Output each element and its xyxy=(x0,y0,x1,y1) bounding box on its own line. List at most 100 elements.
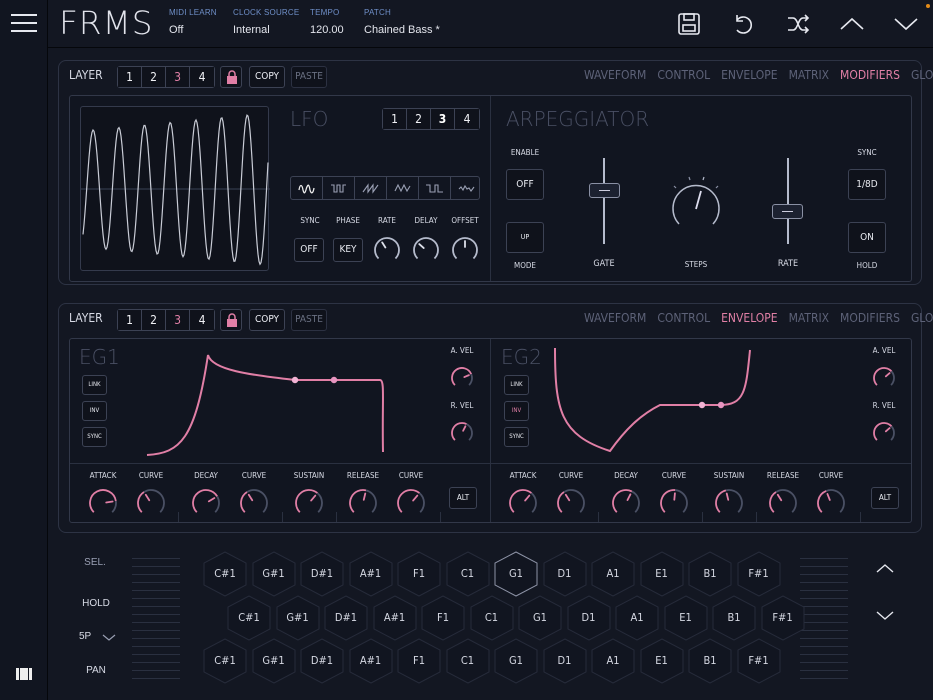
eg-curve-knob[interactable] xyxy=(556,488,586,518)
eg1-r-vel-knob[interactable] xyxy=(450,421,474,445)
patch-field[interactable]: PATCH Chained Bass * xyxy=(364,8,440,36)
key-gsharp1[interactable]: G#1 xyxy=(276,595,320,641)
lfo-delay-knob[interactable] xyxy=(412,236,440,264)
eg1-alt-button[interactable]: ALT xyxy=(449,487,477,509)
eg2-sustain-point-1[interactable] xyxy=(698,401,706,409)
layer1-btn-4[interactable]: 4 xyxy=(190,67,214,87)
eg2-sustain-point-2[interactable] xyxy=(717,401,725,409)
key-e1[interactable]: E1 xyxy=(640,638,684,684)
layer2-copy-button[interactable]: COPY xyxy=(249,309,285,331)
eg-release-knob[interactable] xyxy=(768,488,798,518)
chevron-up-icon[interactable] xyxy=(838,10,866,38)
chevron-down-icon[interactable] xyxy=(892,10,920,38)
tab-matrix[interactable]: MATRIX xyxy=(789,311,829,325)
key-e1[interactable]: E1 xyxy=(640,551,684,597)
lfo-offset-knob[interactable] xyxy=(451,236,479,264)
eg1-a-vel-knob[interactable] xyxy=(450,366,474,390)
save-icon[interactable] xyxy=(675,10,703,38)
tab-control[interactable]: CONTROL xyxy=(657,68,710,82)
eg2-alt-button[interactable]: ALT xyxy=(871,487,899,509)
key-fsharp1[interactable]: F#1 xyxy=(737,551,781,597)
eg1-link-button[interactable]: LINK xyxy=(82,375,107,395)
eg-sustain-knob[interactable] xyxy=(714,488,744,518)
eg2-r-vel-knob[interactable] xyxy=(872,421,896,445)
right-touch-strip[interactable] xyxy=(800,558,848,686)
key-e1[interactable]: E1 xyxy=(664,595,708,641)
eg-attack-knob[interactable] xyxy=(508,488,538,518)
key-b1[interactable]: B1 xyxy=(688,638,732,684)
key-csharp1[interactable]: C#1 xyxy=(227,595,271,641)
key-b1[interactable]: B1 xyxy=(712,595,756,641)
tab-global[interactable]: GLOBAL xyxy=(911,311,933,325)
shuffle-icon[interactable] xyxy=(784,10,812,38)
key-c1[interactable]: C1 xyxy=(446,551,490,597)
left-touch-strip[interactable] xyxy=(132,558,180,686)
lfo-btn-1[interactable]: 1 xyxy=(383,109,407,129)
eg2-a-vel-knob[interactable] xyxy=(872,366,896,390)
tab-modifiers[interactable]: MODIFIERS xyxy=(840,68,900,82)
square-wave-icon[interactable] xyxy=(323,177,355,199)
tab-waveform[interactable]: WAVEFORM xyxy=(584,311,646,325)
tab-envelope[interactable]: ENVELOPE xyxy=(721,311,778,325)
tab-control[interactable]: CONTROL xyxy=(657,311,710,325)
sine-wave-icon[interactable] xyxy=(291,177,323,199)
key-g1[interactable]: G1 xyxy=(518,595,562,641)
key-d1[interactable]: D1 xyxy=(543,638,587,684)
saw-wave-icon[interactable] xyxy=(355,177,387,199)
key-d1[interactable]: D1 xyxy=(543,551,587,597)
key-dsharp1[interactable]: D#1 xyxy=(300,638,344,684)
eg-curve-knob[interactable] xyxy=(659,488,689,518)
eg1-envelope-graph[interactable] xyxy=(130,340,400,460)
key-gsharp1[interactable]: G#1 xyxy=(252,638,296,684)
hold-button[interactable]: HOLD xyxy=(78,598,114,609)
layer1-copy-button[interactable]: COPY xyxy=(249,66,285,88)
pulse-wave-icon[interactable] xyxy=(419,177,451,199)
key-csharp1[interactable]: C#1 xyxy=(203,638,247,684)
eg-decay-knob[interactable] xyxy=(611,488,641,518)
arp-sync-button[interactable]: 1/8D xyxy=(848,169,886,200)
lfo-btn-4[interactable]: 4 xyxy=(455,109,479,129)
tab-waveform[interactable]: WAVEFORM xyxy=(584,68,646,82)
eg2-inv-button[interactable]: INV xyxy=(504,401,529,421)
lfo-rate-knob[interactable] xyxy=(373,236,401,264)
tab-matrix[interactable]: MATRIX xyxy=(789,68,829,82)
key-a1[interactable]: A1 xyxy=(591,638,635,684)
key-gsharp1[interactable]: G#1 xyxy=(252,551,296,597)
lfo-sync-button[interactable]: OFF xyxy=(294,238,324,262)
eg-curve-knob[interactable] xyxy=(396,488,426,518)
lfo-btn-2[interactable]: 2 xyxy=(407,109,431,129)
triangle-wave-icon[interactable] xyxy=(387,177,419,199)
pan-button[interactable]: PAN xyxy=(80,665,112,676)
eg1-inv-button[interactable]: INV xyxy=(82,401,107,421)
arp-enable-button[interactable]: OFF xyxy=(506,169,544,200)
eg1-sustain-point-1[interactable] xyxy=(291,376,299,384)
undo-icon[interactable] xyxy=(729,10,757,38)
octave-down-icon[interactable] xyxy=(875,610,895,622)
keyboard-icon[interactable] xyxy=(16,668,32,680)
key-dsharp1[interactable]: D#1 xyxy=(300,551,344,597)
menu-icon[interactable] xyxy=(11,14,37,34)
layer1-btn-1[interactable]: 1 xyxy=(118,67,142,87)
arp-mode-button[interactable]: UP xyxy=(506,222,544,253)
layer2-paste-button[interactable]: PASTE xyxy=(291,309,327,331)
tab-modifiers[interactable]: MODIFIERS xyxy=(840,311,900,325)
eg-curve-knob[interactable] xyxy=(816,488,846,518)
lfo-btn-3[interactable]: 3 xyxy=(431,109,455,129)
gate-slider-handle[interactable] xyxy=(589,183,620,198)
key-dsharp1[interactable]: D#1 xyxy=(324,595,368,641)
eg-sustain-knob[interactable] xyxy=(294,488,324,518)
clock-source-field[interactable]: CLOCK SOURCE Internal xyxy=(233,8,299,36)
eg2-sync-button[interactable]: SYNC xyxy=(504,427,529,447)
tempo-field[interactable]: TEMPO 120.00 xyxy=(310,8,344,36)
layer2-lock-button[interactable] xyxy=(220,309,242,331)
lfo-phase-button[interactable]: KEY xyxy=(333,238,363,262)
eg-curve-knob[interactable] xyxy=(136,488,166,518)
layer1-paste-button[interactable]: PASTE xyxy=(291,66,327,88)
tab-envelope[interactable]: ENVELOPE xyxy=(721,68,778,82)
layer2-btn-3[interactable]: 3 xyxy=(166,310,190,330)
key-asharp1[interactable]: A#1 xyxy=(349,551,393,597)
key-f1[interactable]: F1 xyxy=(421,595,465,641)
tab-global[interactable]: GLOBAL xyxy=(911,68,933,82)
key-f1[interactable]: F1 xyxy=(397,638,441,684)
eg-attack-knob[interactable] xyxy=(88,488,118,518)
